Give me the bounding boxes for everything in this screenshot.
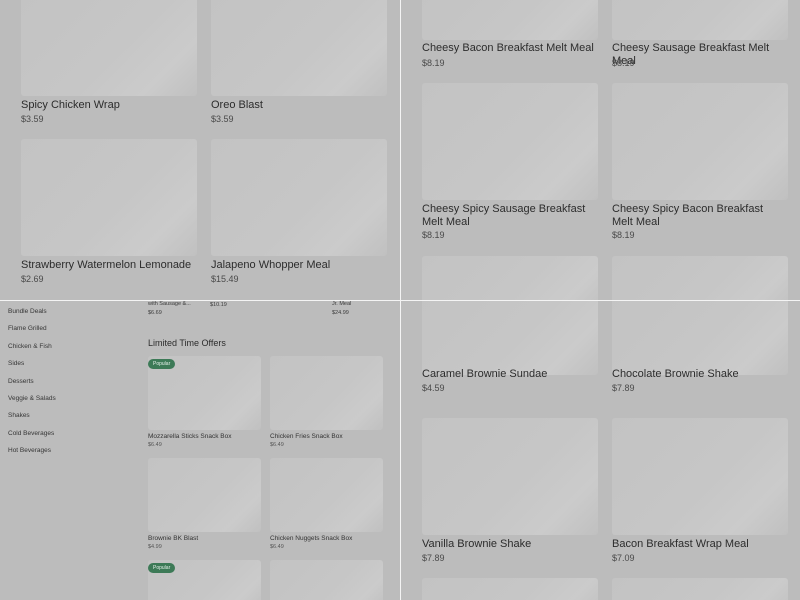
menu-item-price: $15.49 bbox=[211, 274, 239, 284]
menu-item-image bbox=[612, 301, 788, 375]
sidebar-item-bundle-deals[interactable]: Bundle Deals bbox=[8, 308, 47, 315]
menu-item-image bbox=[422, 418, 598, 535]
panel-divider-horizontal bbox=[0, 300, 800, 301]
menu-item-name: Cheesy Spicy Sausage Breakfast Melt Meal bbox=[422, 203, 586, 228]
menu-item-price: $6.49 bbox=[270, 544, 284, 550]
menu-item-image bbox=[211, 0, 387, 96]
menu-item-name: Cheesy Spicy Bacon Breakfast Melt Meal bbox=[612, 203, 764, 228]
sidebar-item-chicken-fish[interactable]: Chicken & Fish bbox=[8, 343, 52, 350]
section-title-limited-time-offers: Limited Time Offers bbox=[148, 338, 226, 348]
sidebar-item-shakes[interactable]: Shakes bbox=[8, 412, 30, 419]
menu-item-image bbox=[422, 578, 598, 600]
menu-item-image bbox=[612, 578, 788, 600]
popular-badge: Popular bbox=[148, 563, 176, 573]
sidebar-item-hot-beverages[interactable]: Hot Beverages bbox=[8, 447, 51, 454]
menu-item-price: $24.99 bbox=[332, 310, 349, 316]
menu-item-price: $8.19 bbox=[612, 230, 635, 240]
menu-item-name: Bacon Breakfast Wrap Meal bbox=[612, 538, 749, 550]
sidebar-item-sides[interactable]: Sides bbox=[8, 360, 24, 367]
menu-item-name: Chicken Nuggets Snack Box bbox=[270, 535, 353, 542]
menu-item-image bbox=[422, 0, 598, 40]
menu-item-image bbox=[422, 256, 598, 300]
panel-top-right: Cheesy Bacon Breakfast Melt Meal $8.19 C… bbox=[401, 0, 800, 300]
menu-item-price: $4.99 bbox=[148, 544, 162, 550]
menu-item-name: Chicken Fries Snack Box bbox=[270, 433, 343, 440]
menu-item-name: Strawberry Watermelon Lemonade bbox=[21, 259, 192, 271]
menu-item-image bbox=[270, 356, 383, 430]
menu-item-image bbox=[270, 458, 383, 532]
menu-item-price: $8.19 bbox=[612, 58, 635, 68]
menu-item-price: $10.19 bbox=[210, 302, 227, 308]
panel-bottom-right: Caramel Brownie Sundae $4.59 Chocolate B… bbox=[401, 301, 800, 600]
menu-item-image bbox=[211, 139, 387, 256]
sidebar-item-veggie-salads[interactable]: Veggie & Salads bbox=[8, 395, 56, 402]
menu-item-price: $6.69 bbox=[148, 310, 162, 316]
sidebar-item-cold-beverages[interactable]: Cold Beverages bbox=[8, 430, 54, 437]
popular-badge: Popular bbox=[148, 359, 176, 369]
menu-item-price: $3.59 bbox=[21, 114, 44, 124]
menu-item-name: Jalapeno Whopper Meal bbox=[211, 259, 331, 271]
menu-item-image bbox=[148, 458, 261, 532]
menu-item-name: Caramel Brownie Sundae bbox=[422, 368, 548, 380]
menu-item-price: $7.09 bbox=[612, 553, 635, 563]
panel-bottom-left: Bundle Deals Flame Grilled Chicken & Fis… bbox=[0, 301, 400, 600]
menu-item-image bbox=[422, 301, 598, 375]
menu-item-image bbox=[612, 418, 788, 535]
menu-item-image bbox=[612, 83, 788, 200]
menu-item-name: Brownie BK Blast bbox=[148, 535, 199, 542]
menu-item-image bbox=[612, 256, 788, 300]
menu-item-name: Cheesy Sausage Breakfast Melt Meal bbox=[612, 42, 770, 67]
menu-item-name: Jr. Meal bbox=[332, 301, 352, 307]
menu-item-price: $3.59 bbox=[211, 114, 234, 124]
menu-item-price: $8.19 bbox=[422, 230, 445, 240]
menu-item-price: $4.59 bbox=[422, 383, 445, 393]
menu-item-price: $7.89 bbox=[612, 383, 635, 393]
menu-item-name: Oreo Blast bbox=[211, 99, 263, 111]
menu-item-price: $6.49 bbox=[270, 442, 284, 448]
sidebar-item-desserts[interactable]: Desserts bbox=[8, 378, 34, 385]
menu-item-image bbox=[21, 139, 197, 256]
menu-item-name: Vanilla Brownie Shake bbox=[422, 538, 532, 550]
menu-item-image bbox=[422, 83, 598, 200]
menu-item-price: $2.69 bbox=[21, 274, 44, 284]
menu-item-price: $7.89 bbox=[422, 553, 445, 563]
menu-item-price: $6.49 bbox=[148, 442, 162, 448]
menu-item-image bbox=[612, 0, 788, 40]
menu-item-name: Cheesy Bacon Breakfast Melt Meal bbox=[422, 42, 594, 54]
menu-item-name: with Sausage &... bbox=[148, 301, 191, 307]
menu-item-name: Mozzarella Sticks Snack Box bbox=[148, 433, 232, 440]
sidebar-item-flame-grilled[interactable]: Flame Grilled bbox=[8, 325, 47, 332]
menu-item-price: $8.19 bbox=[422, 58, 445, 68]
menu-item-image bbox=[270, 560, 383, 600]
menu-item-name: Spicy Chicken Wrap bbox=[21, 99, 120, 111]
menu-item-image bbox=[21, 0, 197, 96]
panel-top-left: Spicy Chicken Wrap $3.59 Oreo Blast $3.5… bbox=[0, 0, 400, 300]
menu-item-name: Chocolate Brownie Shake bbox=[612, 368, 739, 380]
